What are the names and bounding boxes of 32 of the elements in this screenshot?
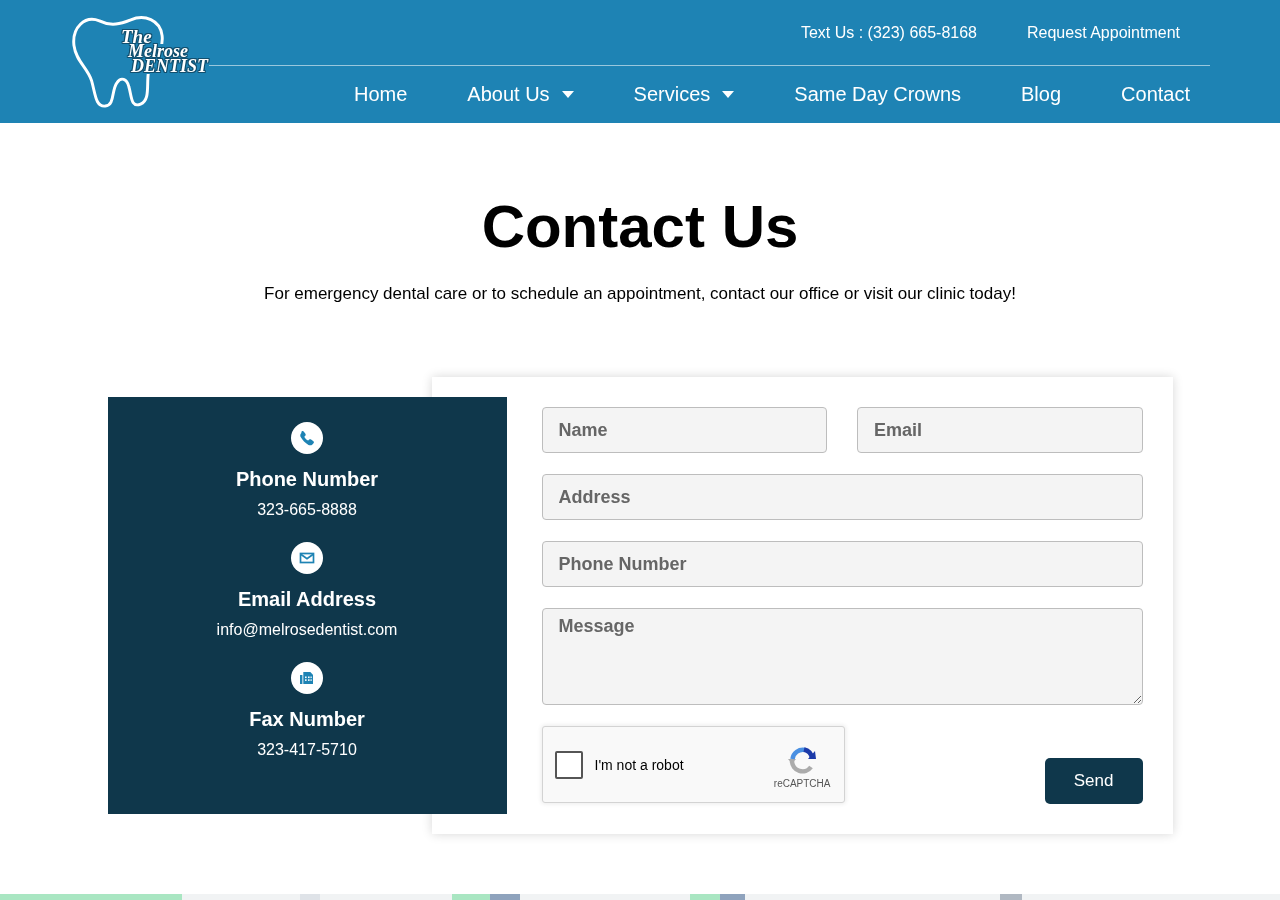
nav-link[interactable]: Same Day Crowns xyxy=(794,83,962,106)
envelope-icon xyxy=(291,542,323,574)
page-title: Contact Us xyxy=(481,193,799,260)
contact-heading: Phone Number xyxy=(235,468,379,490)
contact-value: info@melrosedentist.com xyxy=(216,621,398,638)
message-field[interactable]: Message xyxy=(541,608,1143,705)
contact-value: 323-665-8888 xyxy=(257,501,357,518)
nav-link[interactable]: Home xyxy=(354,83,408,106)
input-field[interactable]: Address xyxy=(541,474,1143,520)
logo-text: The xyxy=(120,29,153,44)
recaptcha-logo-icon xyxy=(786,744,819,776)
page-subtitle: For emergency dental care or to schedule an appointment, contact our office or visit our clinic today! xyxy=(264,284,1016,303)
contact-heading: Email Address xyxy=(237,588,377,610)
header-link[interactable]: Text Us : (323) 665-8168 xyxy=(800,23,977,42)
captcha-checkbox[interactable] xyxy=(554,750,583,779)
input-field[interactable]: Name xyxy=(541,407,827,453)
phone-icon xyxy=(291,422,323,454)
nav-link[interactable]: About Us xyxy=(467,83,574,106)
nav-link[interactable]: Services xyxy=(633,83,735,106)
recaptcha-brand-text: reCAPTCHA xyxy=(773,778,831,789)
contact-heading: Fax Number xyxy=(249,708,365,730)
input-field[interactable]: Phone Number xyxy=(541,541,1143,587)
send-button[interactable]: Send xyxy=(1044,758,1143,804)
contact-value: 323-417-5710 xyxy=(257,741,357,758)
input-field[interactable]: Email xyxy=(857,407,1143,453)
logo-text: DENTIST xyxy=(130,59,209,74)
nav-link[interactable]: Contact xyxy=(1121,83,1190,106)
logo-text: Melrose xyxy=(127,44,189,59)
captcha-label: I'm not a robot xyxy=(594,756,684,773)
header-link[interactable]: Request Appointment xyxy=(1027,23,1180,42)
fax-machine-icon xyxy=(291,662,323,694)
nav-link[interactable]: Blog xyxy=(1021,83,1062,106)
